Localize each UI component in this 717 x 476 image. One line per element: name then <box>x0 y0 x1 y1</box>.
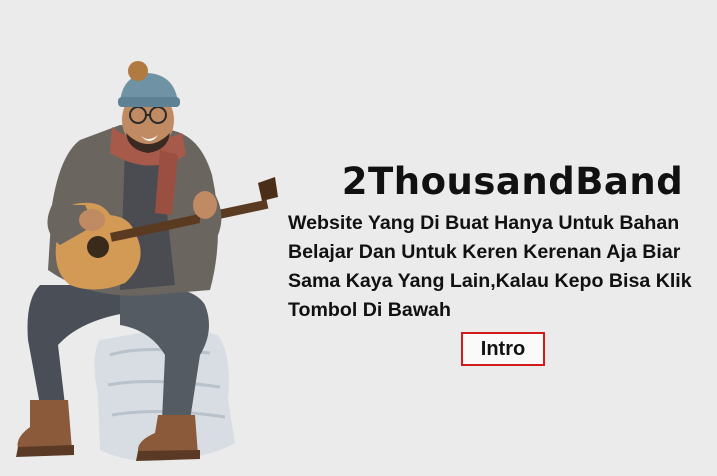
site-title: 2ThousandBand <box>341 160 684 203</box>
site-description: Website Yang Di Buat Hanya Untuk Bahan B… <box>288 212 692 321</box>
intro-section: 2ThousandBand Website Yang Di Buat Hanya… <box>288 160 717 325</box>
intro-button[interactable]: Intro <box>461 332 545 366</box>
guitarist-illustration <box>0 55 290 470</box>
